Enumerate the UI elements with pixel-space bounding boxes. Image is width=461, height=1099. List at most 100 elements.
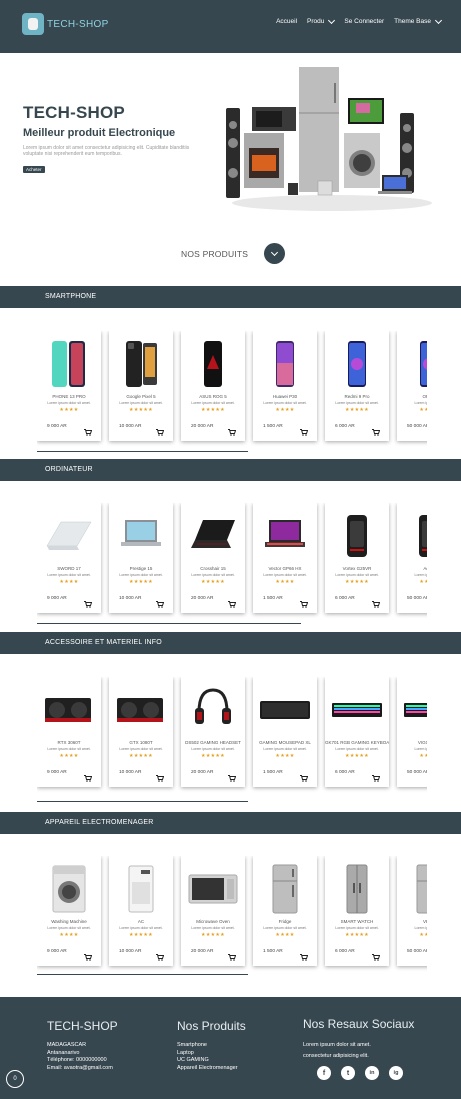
cart-icon[interactable]	[372, 595, 381, 608]
row-scrollbar[interactable]	[37, 451, 248, 452]
row-scrollbar[interactable]	[37, 974, 248, 975]
product-image	[43, 684, 95, 736]
product-description: Lorem ipsum dolor sit amet.	[191, 573, 235, 577]
brand[interactable]: TECH-SHOP	[22, 13, 109, 35]
product-card[interactable]: Aegis Lorem ipsum dolor ★★★★ 50 000 AR	[397, 503, 427, 613]
products-section-header: NOS PRODUITS	[0, 240, 461, 270]
product-card[interactable]: Prestige 15 Lorem ipsum dolor sit amet. ★★…	[109, 503, 173, 613]
footer-country: MADAGASCAR	[47, 1042, 87, 1048]
footer-link-uc-gaming[interactable]: UC GAMING	[177, 1057, 246, 1065]
category-bar-smartphone: SMARTPHONE	[0, 286, 461, 308]
cart-icon[interactable]	[300, 423, 309, 436]
facebook-icon[interactable]: f	[317, 1066, 331, 1080]
footer-link-laptop[interactable]: Laptop	[177, 1050, 246, 1058]
star-rating-icon: ★★★★	[419, 753, 427, 759]
cart-icon[interactable]	[84, 948, 93, 961]
product-card[interactable]: VENT Lorem ipsum dolor ★★★★ 50 000 AR	[397, 856, 427, 966]
product-card[interactable]: Crosshair 15 Lorem ipsum dolor sit amet. ★…	[181, 503, 245, 613]
product-card[interactable]: VIGOR GK Lorem ipsum dolor ★★★★ 50 000 AR	[397, 677, 427, 787]
product-card[interactable]: SMART WATCH Lorem ipsum dolor sit amet. ★★…	[325, 856, 389, 966]
footer-link-electromenager[interactable]: Appareil Electromenager	[177, 1065, 246, 1073]
nav-link-theme[interactable]: Theme Base	[394, 16, 443, 25]
cart-icon[interactable]	[228, 948, 237, 961]
product-card[interactable]: Huawei P30 Lorem ipsum dolor sit amet. ★★★…	[253, 331, 317, 441]
product-row-electromenager[interactable]: Washing Machine Lorem ipsum dolor sit ame…	[37, 856, 427, 976]
star-rating-icon: ★★★★	[275, 579, 295, 585]
cart-icon[interactable]	[156, 769, 165, 782]
linkedin-icon[interactable]: in	[365, 1066, 379, 1080]
nav-link-produits[interactable]: Produ	[307, 16, 336, 25]
product-card[interactable]: Vector GP66 HX Lorem ipsum dolor sit amet…	[253, 503, 317, 613]
product-image	[403, 684, 427, 736]
product-row-smartphone[interactable]: PHONE 13 PRO Lorem ipsum dolor sit amet. ★…	[37, 331, 427, 451]
product-row-accessoire[interactable]: RTX 3060T Lorem ipsum dolor sit amet. ★★★★…	[37, 677, 427, 797]
product-image	[259, 863, 311, 915]
nav-link-se-connecter[interactable]: Se Connecter	[344, 18, 384, 25]
product-card[interactable]: Fridge Lorem ipsum dolor sit amet. ★★★★ 1 5…	[253, 856, 317, 966]
product-card[interactable]: OPPO Lorem ipsum dolor ★★★★ 50 000 AR	[397, 331, 427, 441]
instagram-icon[interactable]: ig	[389, 1066, 403, 1080]
product-card[interactable]: AC Lorem ipsum dolor sit amet. ★★★★★ 10 000…	[109, 856, 173, 966]
product-price: 50 000 AR	[407, 424, 427, 429]
hero: TECH-SHOP Meilleur produit Electronique …	[0, 53, 461, 228]
cart-icon[interactable]	[228, 769, 237, 782]
product-name: VENT	[422, 919, 427, 924]
cart-icon[interactable]	[300, 769, 309, 782]
expand-products-button[interactable]	[264, 243, 285, 264]
buy-button[interactable]: Acheter	[23, 166, 45, 173]
cart-icon[interactable]	[84, 423, 93, 436]
cart-icon[interactable]	[156, 595, 165, 608]
product-card[interactable]: DS502 GAMING HEADSET Lorem ipsum dolor si…	[181, 677, 245, 787]
product-name: Fridge	[278, 919, 292, 924]
star-rating-icon: ★★★★	[419, 579, 427, 585]
cart-icon[interactable]	[372, 948, 381, 961]
star-rating-icon: ★★★★	[59, 579, 79, 585]
nav-link-produits-label: Produ	[307, 18, 325, 25]
cart-icon[interactable]	[84, 769, 93, 782]
product-name: Huawei P30	[272, 394, 298, 399]
product-card[interactable]: RTX 3060T Lorem ipsum dolor sit amet. ★★★★…	[37, 677, 101, 787]
product-description: Lorem ipsum dolor sit amet.	[263, 926, 307, 930]
product-price: 20 000 AR	[191, 949, 214, 954]
cart-icon[interactable]	[300, 595, 309, 608]
product-card[interactable]: GTX 1080T Lorem ipsum dolor sit amet. ★★★★…	[109, 677, 173, 787]
product-price: 6 000 AR	[335, 596, 355, 601]
product-card[interactable]: Vortex G25VR Lorem ipsum dolor sit amet. ★…	[325, 503, 389, 613]
floating-action-button[interactable]: 0	[6, 1070, 24, 1088]
product-image	[115, 863, 167, 915]
star-rating-icon: ★★★★★	[345, 932, 369, 938]
product-description: Lorem ipsum dolor sit amet.	[47, 573, 91, 577]
cart-icon[interactable]	[300, 948, 309, 961]
cart-icon[interactable]	[228, 595, 237, 608]
row-scrollbar[interactable]	[37, 623, 301, 624]
product-image	[187, 510, 239, 562]
cart-icon[interactable]	[84, 595, 93, 608]
product-row-track: RTX 3060T Lorem ipsum dolor sit amet. ★★★★…	[37, 677, 427, 787]
product-price: 20 000 AR	[191, 424, 214, 429]
product-card[interactable]: Redmi 9 Pro Lorem ipsum dolor sit amet. ★★…	[325, 331, 389, 441]
product-image	[331, 338, 383, 390]
cart-icon[interactable]	[372, 769, 381, 782]
cart-icon[interactable]	[156, 423, 165, 436]
twitter-icon[interactable]: t	[341, 1066, 355, 1080]
product-price: 1 500 AR	[263, 424, 283, 429]
footer-col-shop: TECH-SHOP MADAGASCAR Antananarivo Téléph…	[47, 1019, 118, 1072]
product-card[interactable]: GAMING MOUSEPAD XL Lorem ipsum dolor sit …	[253, 677, 317, 787]
product-card[interactable]: GK701 RGB GAMING KEYBOARD Lorem ipsum dol…	[325, 677, 389, 787]
product-image	[403, 510, 427, 562]
row-scrollbar[interactable]	[37, 801, 248, 802]
product-card[interactable]: PHONE 13 PRO Lorem ipsum dolor sit amet. ★…	[37, 331, 101, 441]
product-description: Lorem ipsum dolor sit amet.	[335, 573, 379, 577]
product-card[interactable]: Google Pixel 5 Lorem ipsum dolor sit amet…	[109, 331, 173, 441]
product-card[interactable]: Microwave Oven Lorem ipsum dolor sit amet…	[181, 856, 245, 966]
cart-icon[interactable]	[228, 423, 237, 436]
nav-link-accueil[interactable]: Accueil	[276, 18, 297, 25]
product-card[interactable]: SWORD 17 Lorem ipsum dolor sit amet. ★★★★ 9…	[37, 503, 101, 613]
cart-icon[interactable]	[156, 948, 165, 961]
product-card[interactable]: Washing Machine Lorem ipsum dolor sit ame…	[37, 856, 101, 966]
product-image	[259, 338, 311, 390]
cart-icon[interactable]	[372, 423, 381, 436]
footer-link-smartphone[interactable]: Smartphone	[177, 1042, 246, 1050]
product-card[interactable]: ASUS ROG 5 Lorem ipsum dolor sit amet. ★★★…	[181, 331, 245, 441]
product-row-ordinateur[interactable]: SWORD 17 Lorem ipsum dolor sit amet. ★★★★ 9…	[37, 503, 427, 623]
